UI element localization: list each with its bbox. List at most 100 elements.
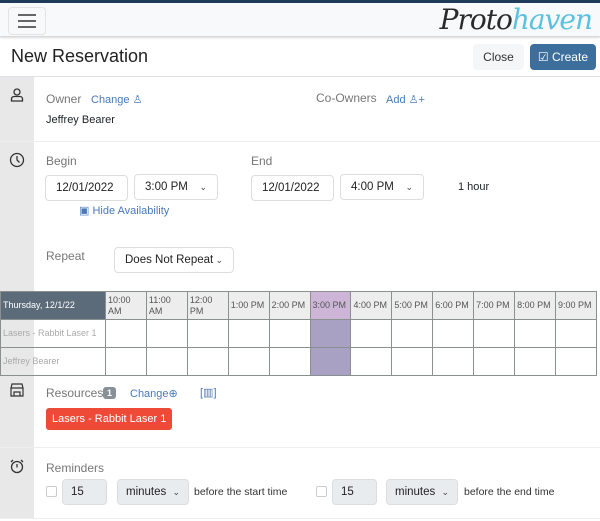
start-reminder-unit-select[interactable]: minutes ⌄ xyxy=(117,479,189,505)
end-reminder-checkbox[interactable] xyxy=(316,486,327,497)
start-reminder-unit-value: minutes xyxy=(126,486,167,498)
hour-header: 10:00 AM xyxy=(105,291,147,320)
end-date-input[interactable]: 12/01/2022 xyxy=(251,175,334,201)
hour-header: 4:00 PM xyxy=(350,291,393,320)
availability-cell[interactable] xyxy=(227,319,270,348)
availability-cell[interactable] xyxy=(145,319,188,348)
start-reminder-amount[interactable]: 15 xyxy=(62,479,107,505)
availability-cell[interactable] xyxy=(105,319,147,348)
calendar-icon: ▣ xyxy=(79,205,90,217)
availability-cell[interactable] xyxy=(268,319,311,348)
hour-header: 2:00 PM xyxy=(268,291,311,320)
create-button-label: Create xyxy=(551,49,588,64)
hour-header: 8:00 PM xyxy=(514,291,556,320)
availability-cell[interactable] xyxy=(309,319,352,348)
chevron-down-icon: ⌄ xyxy=(172,486,180,497)
availability-cell[interactable] xyxy=(186,319,229,348)
alarm-clock-icon xyxy=(10,459,24,474)
end-time-select[interactable]: 4:00 PM ⌄ xyxy=(340,174,424,200)
row-label: Lasers - Rabbit Laser 1 xyxy=(0,319,106,348)
resources-section: Resources 1 Change⊕ [▥] Lasers - Rabbit … xyxy=(0,372,600,448)
hide-availability-link[interactable]: ▣ Hide Availability xyxy=(79,204,169,217)
repeat-label: Repeat xyxy=(46,249,85,263)
end-label: End xyxy=(251,154,273,168)
hour-header: 9:00 PM xyxy=(554,291,598,320)
chevron-down-icon: ⌄ xyxy=(199,181,207,192)
page-title: New Reservation xyxy=(11,46,149,66)
page-header: New Reservation Close ☑ Create xyxy=(0,37,600,77)
hamburger-icon xyxy=(18,14,36,16)
user-icon xyxy=(10,88,24,102)
hide-availability-label: Hide Availability xyxy=(92,205,170,217)
end-reminder-amount[interactable]: 15 xyxy=(332,479,377,505)
add-coowner-label: Add xyxy=(386,94,406,106)
top-navbar: Protohaven xyxy=(0,0,600,37)
hamburger-line xyxy=(18,26,36,28)
resources-count-badge: 1 xyxy=(103,387,117,399)
chevron-down-icon: ⌄ xyxy=(215,254,223,265)
change-resources-label: Change xyxy=(130,388,169,400)
start-reminder-amount-value: 15 xyxy=(71,486,84,498)
chevron-down-icon: ⌄ xyxy=(441,486,449,497)
availability-cell[interactable] xyxy=(432,319,475,348)
availability-cell[interactable] xyxy=(473,319,516,348)
barcode-scan-icon[interactable]: [▥] xyxy=(200,386,217,399)
hamburger-menu-button[interactable] xyxy=(8,7,46,35)
close-button[interactable]: Close xyxy=(473,43,524,70)
begin-label: Begin xyxy=(46,154,77,168)
time-section: Begin 12/01/2022 3:00 PM ⌄ ▣ Hide Availab… xyxy=(0,142,600,288)
owner-gutter xyxy=(0,77,34,141)
hour-header: 6:00 PM xyxy=(432,291,475,320)
start-reminder-checkbox[interactable] xyxy=(46,486,57,497)
availability-cell[interactable] xyxy=(350,319,393,348)
logo-text-haven: haven xyxy=(511,3,593,36)
availability-cell[interactable] xyxy=(554,319,598,348)
end-reminder-unit-select[interactable]: minutes ⌄ xyxy=(386,479,458,505)
repeat-select[interactable]: Does Not Repeat ⌄ xyxy=(114,247,234,273)
begin-time-value: 3:00 PM xyxy=(145,181,188,193)
end-reminder-amount-value: 15 xyxy=(341,486,354,498)
plus-circle-icon: ⊕ xyxy=(168,388,178,400)
time-gutter xyxy=(0,142,34,288)
begin-date-value: 12/01/2022 xyxy=(56,182,114,194)
duration-text: 1 hour xyxy=(458,181,490,193)
create-button[interactable]: ☑ Create xyxy=(529,43,596,70)
check-square-icon: ☑ xyxy=(537,49,549,64)
resource-chip[interactable]: Lasers - Rabbit Laser 1 xyxy=(46,408,173,430)
hour-header: 12:00 PM xyxy=(186,291,229,320)
resources-gutter xyxy=(0,372,34,447)
coowners-label: Co-Owners xyxy=(316,91,377,105)
end-reminder-unit-value: minutes xyxy=(395,486,436,498)
change-resources-link[interactable]: Change⊕ xyxy=(130,387,178,400)
reminders-section: Reminders 15 minutes ⌄ before the start t… xyxy=(0,448,600,519)
hamburger-line xyxy=(18,20,36,22)
clock-icon xyxy=(9,152,25,168)
start-reminder-suffix: before the start time xyxy=(194,486,288,498)
begin-date-input[interactable]: 12/01/2022 xyxy=(45,175,128,201)
end-time-value: 4:00 PM xyxy=(351,181,394,193)
change-owner-label: Change xyxy=(91,94,130,106)
owner-label: Owner xyxy=(46,92,82,106)
end-date-value: 12/01/2022 xyxy=(262,182,320,194)
hour-header: 7:00 PM xyxy=(473,291,516,320)
availability-grid: Thursday, 12/1/22 10:00 AM 11:00 AM 12:00 … xyxy=(0,288,600,376)
day-header: Thursday, 12/1/22 xyxy=(0,291,106,320)
availability-cell[interactable] xyxy=(514,319,556,348)
user-plus-icon: ♙+ xyxy=(408,94,425,106)
hour-header: 3:00 PM xyxy=(309,291,352,320)
begin-time-select[interactable]: 3:00 PM ⌄ xyxy=(134,174,218,200)
end-reminder-suffix: before the end time xyxy=(464,486,555,498)
store-icon xyxy=(10,383,24,397)
owner-section: Owner Change ♙ Jeffrey Bearer Co-Owners … xyxy=(0,77,600,142)
reminders-gutter xyxy=(0,448,34,518)
change-owner-link[interactable]: Change ♙ xyxy=(91,93,142,106)
reminders-label: Reminders xyxy=(46,461,105,475)
add-coowner-link[interactable]: Add ♙+ xyxy=(386,93,425,106)
chevron-down-icon: ⌄ xyxy=(405,181,413,192)
logo-text-proto: Proto xyxy=(439,3,513,36)
protohaven-logo[interactable]: Protohaven xyxy=(439,3,593,37)
availability-row: Lasers - Rabbit Laser 1 xyxy=(0,319,598,348)
repeat-value: Does Not Repeat xyxy=(125,254,214,266)
hour-header: 1:00 PM xyxy=(227,291,270,320)
availability-cell[interactable] xyxy=(391,319,434,348)
